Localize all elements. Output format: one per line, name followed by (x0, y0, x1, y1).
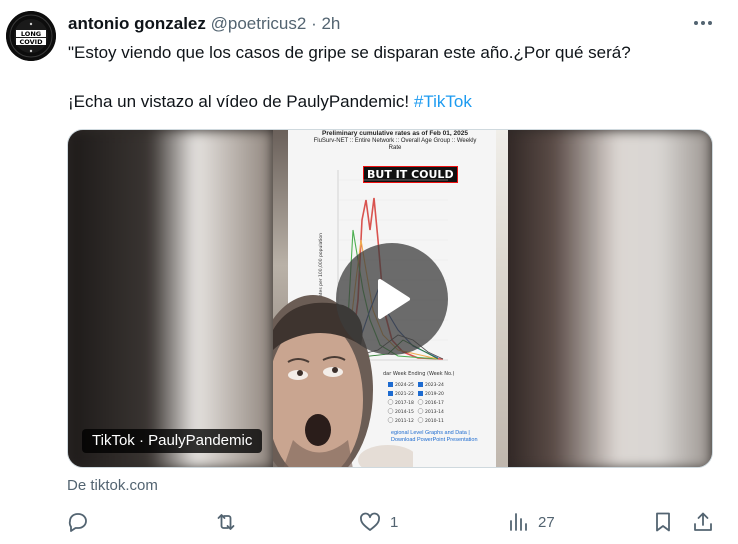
reply-icon (68, 513, 87, 532)
video-legend-8: 2013-14 (425, 409, 444, 415)
analytics-icon (510, 513, 527, 531)
tweet-text-prefix: ¡Echa un vistazo al vídeo de PaulyPandem… (68, 92, 414, 111)
more-icon (694, 21, 712, 25)
video-background-left (68, 130, 273, 467)
tweet-text-line1: "Estoy viendo que los casos de gripe se … (68, 43, 631, 62)
share-button[interactable] (691, 508, 715, 536)
like-button[interactable]: 1 (358, 508, 398, 536)
tweet[interactable]: LONG COVID antonio gonzalez @poetricus2 … (0, 0, 738, 544)
play-button[interactable] (336, 243, 448, 355)
share-icon (694, 512, 712, 531)
media-source-badge: TikTok · PaulyPandemic (82, 429, 263, 453)
views-button[interactable]: 27 (506, 508, 555, 536)
video-chart-subtitle: FluSurv-NET :: Entire Network :: Overall… (313, 138, 477, 144)
avatar-text-long: LONG (21, 30, 41, 38)
video-chart-title: Preliminary cumulative rates as of Feb 0… (295, 130, 495, 152)
video-chart-subtitle2: Rate (388, 145, 402, 151)
retweet-button[interactable] (214, 508, 246, 536)
tweet-header: antonio gonzalez @poetricus2 · 2h (68, 13, 340, 35)
tweet-text-line2: ¡Echa un vistazo al vídeo de PaulyPandem… (68, 91, 472, 113)
separator-dot: · (311, 14, 317, 33)
link-source[interactable]: De tiktok.com (67, 477, 158, 495)
bookmark-icon (656, 512, 670, 532)
author-name[interactable]: antonio gonzalez (68, 14, 206, 33)
video-legend-10: 2010-11 (425, 418, 444, 424)
tweet-actions: 1 27 (0, 508, 738, 536)
retweet-icon (217, 514, 235, 530)
heart-icon (360, 512, 380, 531)
avatar-text-covid: COVID (20, 38, 44, 46)
timestamp[interactable]: 2h (321, 14, 340, 33)
video-background-right (502, 130, 712, 467)
video-chart-title-text: Preliminary cumulative rates as of Feb 0… (322, 130, 468, 137)
video-card[interactable]: Preliminary cumulative rates as of Feb 0… (67, 129, 713, 468)
more-options-button[interactable] (688, 12, 718, 34)
hashtag-link[interactable]: #TikTok (414, 92, 472, 111)
like-count: 1 (390, 513, 399, 531)
video-legend-6: 2016-17 (425, 400, 444, 406)
author-handle[interactable]: @poetricus2 (211, 14, 307, 33)
avatar[interactable]: LONG COVID (6, 11, 56, 61)
video-legend-4: 2019-20 (425, 391, 444, 397)
reply-button[interactable] (66, 508, 98, 536)
views-count: 27 (538, 513, 555, 531)
play-icon (378, 279, 410, 319)
long-covid-logo: LONG COVID (6, 11, 56, 61)
bookmark-button[interactable] (651, 508, 675, 536)
video-legend-2: 2023-24 (425, 382, 444, 388)
